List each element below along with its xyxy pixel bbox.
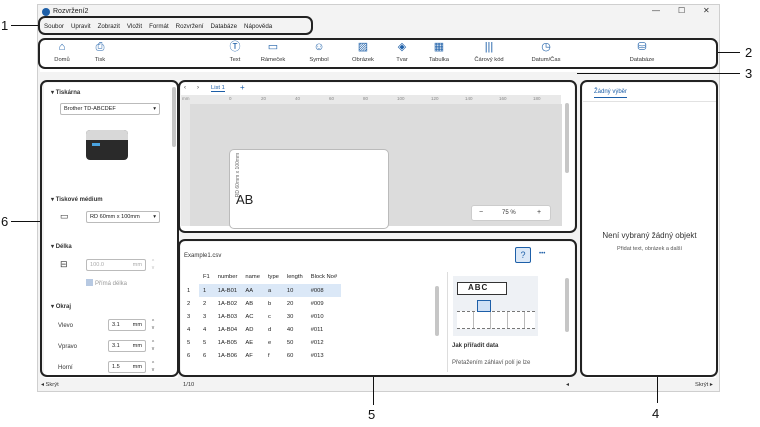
callout-line (577, 73, 740, 74)
callout-number-6: 6 (1, 214, 9, 229)
callout-line (11, 221, 40, 222)
callout-box-canvas (178, 80, 577, 233)
callout-box-database (178, 239, 577, 377)
callout-line (11, 25, 38, 26)
page-indicator: 1/10 (183, 382, 195, 388)
callout-number-1: 1 (1, 18, 9, 33)
callout-line (718, 52, 740, 53)
close-button[interactable]: ✕ (703, 6, 710, 15)
callout-number-5: 5 (368, 407, 376, 422)
left-hide-button[interactable]: ◂ Skrýt (41, 382, 59, 388)
callout-number-2: 2 (745, 45, 753, 60)
callout-box-menu (38, 16, 313, 35)
app-icon (42, 8, 50, 16)
callout-line (657, 377, 658, 403)
minimize-button[interactable]: — (652, 6, 660, 15)
callout-box-object-panel (580, 80, 718, 377)
callout-number-3: 3 (745, 66, 753, 81)
maximize-button[interactable]: ☐ (678, 6, 685, 15)
window-title: Rozvržení2 (53, 8, 89, 15)
right-collapse-arrow[interactable]: ◂ (566, 382, 569, 388)
right-hide-button[interactable]: Skrýt ▸ (695, 382, 713, 388)
callout-line (373, 377, 374, 405)
callout-box-toolbar (38, 38, 718, 69)
callout-number-4: 4 (652, 406, 660, 421)
callout-box-properties (40, 80, 179, 377)
